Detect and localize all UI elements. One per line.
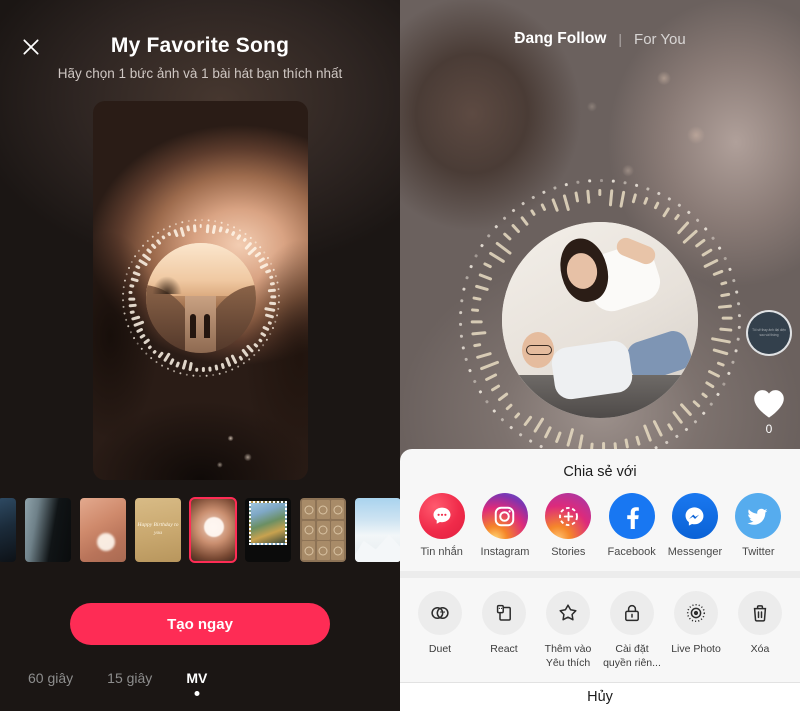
feed-action-rail: Tôi sẽ thay ảnh đại diện sau vài tháng 0	[746, 310, 792, 436]
avatar[interactable]: Tôi sẽ thay ảnh đại diện sau vài tháng	[746, 310, 792, 356]
share-sheet-title: Chia sẻ với	[563, 464, 637, 480]
thumbnail-grid	[302, 500, 344, 560]
share-target-label: Instagram	[480, 546, 530, 558]
thumbnail-item[interactable]	[245, 498, 291, 562]
share-target-tin-nhan[interactable]: Tin nhắn	[410, 493, 473, 558]
photo-glasses	[525, 345, 552, 356]
mv-creation-panel: My Favorite Song Hãy chọn 1 bức ảnh và 1…	[0, 0, 400, 711]
thumbnail-stamp	[249, 501, 287, 545]
action-delete[interactable]: Xóa	[728, 591, 792, 656]
template-thumbnail-strip[interactable]: Happy Birthday to you	[0, 497, 400, 563]
visualizer-dots	[120, 217, 282, 379]
tab-separator: |	[618, 31, 623, 47]
action-privacy-settings[interactable]: Cài đặt quyền riên...	[600, 591, 664, 670]
action-label: Xóa	[750, 643, 770, 655]
feed-tab-bar[interactable]: Đang Follow | For You	[400, 30, 800, 48]
feed-panel: Đang Follow | For You Tôi sẽ thay ảnh đạ…	[400, 0, 800, 711]
star-icon	[546, 591, 590, 635]
action-live-photo[interactable]: Live Photo	[664, 591, 728, 656]
photo-figure-b	[203, 313, 210, 338]
feed-photo-circle	[502, 222, 698, 418]
feed-visualizer-ring	[457, 177, 743, 463]
trash-icon	[738, 591, 782, 635]
video-actions-row: Duet React Thêm vào Yêu thích Cài đặt qu…	[400, 578, 800, 683]
lock-icon	[610, 591, 654, 635]
action-react[interactable]: React	[472, 591, 536, 656]
photo-sky	[145, 243, 256, 296]
action-label: React	[490, 643, 518, 655]
action-label: Duet	[428, 643, 452, 655]
action-add-favorite[interactable]: Thêm vào Yêu thích	[536, 591, 600, 670]
mv-photo-circle	[145, 243, 256, 354]
capture-mode-tabs[interactable]: 60 giây 15 giây MV	[0, 670, 400, 696]
share-target-label: Messenger	[667, 546, 723, 558]
stories-plus-icon	[545, 493, 592, 539]
action-duet[interactable]: Duet	[408, 591, 472, 656]
page-subtitle: Hãy chọn 1 bức ảnh và 1 bài hát bạn thíc…	[57, 66, 343, 81]
message-bubble-icon	[418, 493, 465, 539]
photo-path	[185, 295, 216, 354]
cancel-button[interactable]: Hủy	[400, 683, 800, 711]
react-frames-icon	[482, 591, 526, 635]
thumbnail-caption: Happy Birthday to you	[137, 522, 179, 536]
action-label: Live Photo	[671, 643, 721, 655]
share-target-label: Twitter	[742, 546, 775, 558]
action-label: Cài đặt quyền riên...	[603, 643, 661, 670]
thumbnail-item[interactable]	[355, 498, 400, 562]
visualizer-ring	[120, 217, 282, 379]
tab-following[interactable]: Đang Follow	[514, 30, 606, 48]
mode-tab-15s[interactable]: 15 giây	[107, 670, 152, 696]
share-target-stories[interactable]: Stories	[537, 493, 600, 558]
share-target-instagram[interactable]: Instagram	[473, 493, 536, 558]
tab-for-you[interactable]: For You	[634, 31, 686, 48]
share-sheet: Chia sẻ với Tin nhắn Instagram Stories F…	[400, 449, 800, 711]
photo-figure-a	[189, 313, 196, 338]
share-target-twitter[interactable]: Twitter	[727, 493, 790, 558]
thumbnail-item[interactable]: Happy Birthday to you	[135, 498, 181, 562]
share-target-messenger[interactable]: Messenger	[663, 493, 726, 558]
heart-icon	[754, 390, 784, 418]
twitter-bird-icon	[735, 493, 782, 539]
share-target-label: Facebook	[607, 546, 656, 558]
visualizer-bars	[120, 217, 282, 379]
thumbnail-item[interactable]	[0, 498, 16, 562]
like-button[interactable]: 0	[746, 388, 792, 436]
photo-shirt-b	[549, 338, 635, 401]
create-now-button[interactable]: Tạo ngay	[70, 603, 330, 645]
photo-bridge-right	[201, 284, 256, 354]
app-screen: My Favorite Song Hãy chọn 1 bức ảnh và 1…	[0, 0, 800, 711]
share-target-facebook[interactable]: Facebook	[600, 493, 663, 558]
action-label: Thêm vào Yêu thích	[544, 643, 592, 670]
duet-circles-icon	[418, 591, 462, 635]
page-title: My Favorite Song	[110, 34, 290, 57]
thumbnail-item-selected[interactable]	[189, 497, 237, 563]
instagram-icon	[481, 493, 528, 539]
mode-tab-mv[interactable]: MV	[186, 670, 207, 696]
mode-tab-60s[interactable]: 60 giây	[28, 670, 73, 696]
share-targets-row: Tin nhắn Instagram Stories Facebook Mess…	[400, 493, 800, 571]
like-count: 0	[765, 422, 773, 436]
thumbnail-item[interactable]	[300, 498, 346, 562]
thumbnail-item[interactable]	[25, 498, 71, 562]
sheet-divider	[400, 571, 800, 578]
share-target-label: Stories	[551, 546, 586, 558]
share-target-label: Tin nhắn	[420, 546, 463, 558]
mv-preview[interactable]	[93, 101, 308, 480]
messenger-icon	[671, 493, 718, 539]
photo-palm	[152, 276, 183, 295]
facebook-icon	[608, 493, 655, 539]
thumbnail-item[interactable]	[80, 498, 126, 562]
live-photo-icon	[674, 591, 718, 635]
photo-bridge-left	[145, 284, 200, 354]
avatar-label: Tôi sẽ thay ảnh đại diện sau vài tháng	[752, 328, 786, 337]
